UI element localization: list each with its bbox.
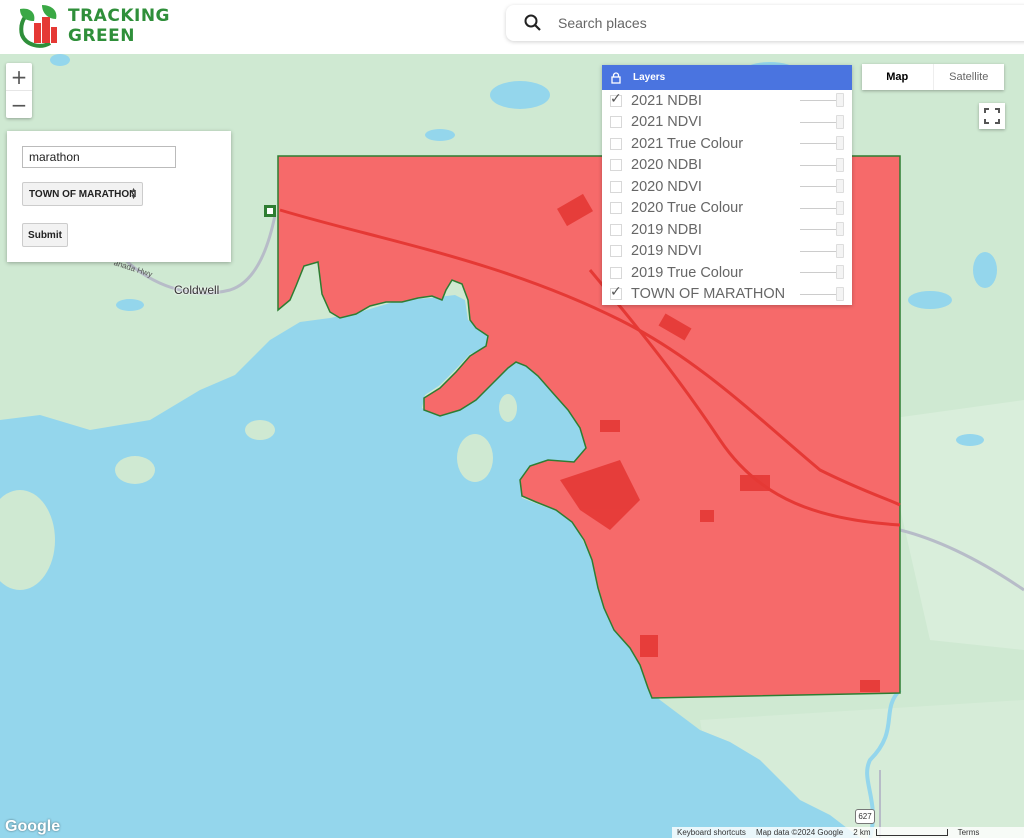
layer-label: 2020 True Colour (631, 200, 744, 217)
map-type-control: Map Satellite (862, 64, 1004, 90)
keyboard-shortcuts-link[interactable]: Keyboard shortcuts (677, 828, 746, 837)
slider-handle[interactable] (836, 286, 844, 301)
layers-panel: Layers 2021 NDBI 2021 NDVI 2021 True Col… (602, 65, 852, 305)
query-panel: TOWN OF MARATHON ▲▼ Submit (7, 131, 231, 262)
logo-icon (19, 5, 57, 48)
scale-bar (875, 829, 948, 836)
map-type-satellite-button[interactable]: Satellite (932, 64, 1005, 90)
layers-header[interactable]: Layers (602, 65, 852, 90)
layer-checkbox[interactable] (610, 245, 622, 258)
slider-handle[interactable] (836, 136, 844, 150)
layer-row-2020-ndvi: 2020 NDVI (602, 176, 852, 198)
layer-row-2021-ndbi: 2021 NDBI (602, 90, 852, 112)
layer-checkbox[interactable] (610, 202, 622, 215)
logo: TRACKING GREEN (12, 3, 170, 49)
layer-label: 2019 NDBI (631, 221, 702, 238)
slider-handle[interactable] (836, 179, 844, 193)
layer-row-2019-ndvi: 2019 NDVI (602, 241, 852, 263)
opacity-slider[interactable] (800, 121, 840, 123)
layer-label: 2020 NDBI (631, 157, 702, 174)
layer-label: 2020 NDVI (631, 178, 702, 195)
layer-row-2019-ndbi: 2019 NDBI (602, 219, 852, 241)
map-data-attribution: Map data ©2024 Google (755, 828, 844, 837)
slider-handle[interactable] (836, 200, 844, 215)
fullscreen-icon (984, 108, 1000, 124)
layer-checkbox[interactable] (610, 137, 622, 150)
slider-handle[interactable] (836, 114, 844, 129)
layer-checkbox[interactable] (610, 266, 622, 279)
scale-label[interactable]: 2 km (853, 828, 870, 837)
map-footer: Keyboard shortcuts Map data ©2024 Google… (672, 827, 1024, 838)
layer-label: 2019 NDVI (631, 243, 702, 260)
zoom-out-button[interactable]: − (6, 90, 32, 118)
slider-handle[interactable] (836, 243, 844, 258)
terms-link[interactable]: Terms (958, 828, 980, 837)
opacity-slider[interactable] (800, 293, 840, 295)
opacity-slider[interactable] (800, 186, 840, 187)
layer-row-2021-ndvi: 2021 NDVI (602, 112, 852, 134)
google-logo: Google (5, 818, 61, 835)
logo-line2: GREEN (68, 26, 135, 46)
slider-handle[interactable] (836, 157, 844, 172)
zoom-in-button[interactable]: + (6, 63, 32, 90)
submit-button[interactable]: Submit (22, 223, 68, 247)
search-bar[interactable] (506, 5, 1024, 41)
slider-handle[interactable] (836, 93, 844, 107)
route-shield-627: 627 (855, 809, 875, 824)
app-header: TRACKING GREEN (0, 0, 1024, 54)
opacity-slider[interactable] (800, 143, 840, 144)
layer-label: 2021 True Colour (631, 135, 744, 152)
layer-row-2020-ndbi: 2020 NDBI (602, 155, 852, 177)
logo-text: TRACKING GREEN (68, 6, 170, 46)
layer-checkbox[interactable] (610, 159, 622, 172)
select-arrows-icon: ▲ ▼ (130, 187, 137, 201)
opacity-slider[interactable] (800, 272, 840, 273)
opacity-slider[interactable] (800, 164, 840, 166)
opacity-slider[interactable] (800, 207, 840, 209)
layer-checkbox[interactable] (610, 116, 622, 129)
opacity-slider[interactable] (800, 229, 840, 230)
logo-line1: TRACKING (68, 6, 170, 26)
layer-label: 2021 NDBI (631, 92, 702, 109)
municipality-select-value: TOWN OF MARATHON (29, 188, 137, 200)
slider-handle[interactable] (836, 222, 844, 236)
layer-label: TOWN OF MARATHON (631, 286, 786, 303)
layer-checkbox[interactable] (610, 223, 622, 236)
lock-icon (611, 71, 621, 84)
layer-checkbox[interactable] (610, 94, 622, 107)
layer-checkbox[interactable] (610, 287, 622, 301)
place-query-input[interactable] (22, 146, 176, 168)
layer-row-2021-true-colour: 2021 True Colour (602, 133, 852, 155)
layer-label: 2021 NDVI (631, 114, 702, 131)
zoom-control: + − (6, 63, 32, 118)
municipality-select[interactable]: TOWN OF MARATHON ▲ ▼ (22, 182, 143, 206)
slider-handle[interactable] (836, 265, 844, 279)
place-label-coldwell: Coldwell (174, 283, 220, 297)
search-input[interactable] (556, 14, 960, 32)
search-icon (524, 14, 541, 31)
layer-checkbox[interactable] (610, 180, 622, 193)
opacity-slider[interactable] (800, 250, 840, 252)
layer-row-town-of-marathon: TOWN OF MARATHON (602, 284, 852, 306)
fullscreen-button[interactable] (979, 103, 1005, 129)
layer-label: 2019 True Colour (631, 264, 744, 281)
opacity-slider[interactable] (800, 100, 840, 101)
layer-row-2020-true-colour: 2020 True Colour (602, 198, 852, 220)
map-type-map-button[interactable]: Map (862, 64, 933, 90)
layers-title: Layers (633, 72, 666, 83)
layer-row-2019-true-colour: 2019 True Colour (602, 262, 852, 284)
